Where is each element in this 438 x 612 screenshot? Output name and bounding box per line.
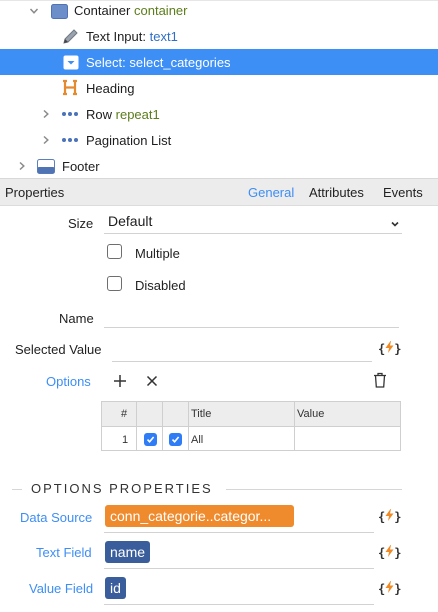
chevron-right-icon[interactable] bbox=[41, 109, 51, 119]
selected-value-field[interactable] bbox=[112, 336, 372, 358]
tree-item-label: Row repeat1 bbox=[86, 107, 160, 122]
size-label: Size bbox=[68, 216, 94, 231]
container-icon bbox=[50, 3, 68, 19]
column-header-number: # bbox=[121, 408, 128, 420]
section-title: OPTIONS PROPERTIES bbox=[31, 481, 213, 496]
brace-close: } bbox=[394, 341, 402, 356]
tree-item-label: Footer bbox=[62, 159, 100, 174]
brace-open: { bbox=[378, 545, 386, 560]
table-row[interactable]: 1 All bbox=[102, 428, 400, 450]
close-icon[interactable] bbox=[144, 373, 160, 389]
select-icon bbox=[62, 54, 80, 70]
row-checkbox-enabled[interactable] bbox=[169, 433, 182, 446]
value-field-underline bbox=[104, 604, 374, 605]
disabled-label: Disabled bbox=[135, 278, 186, 293]
lightning-icon bbox=[385, 545, 394, 560]
tab-attributes[interactable]: Attributes bbox=[309, 185, 364, 200]
tab-general[interactable]: General bbox=[248, 185, 294, 200]
ellipsis-icon bbox=[61, 132, 79, 148]
tree-item-pagination-list[interactable]: Pagination List bbox=[0, 127, 438, 153]
multiple-checkbox[interactable] bbox=[107, 244, 122, 259]
row-checkbox-selected[interactable] bbox=[144, 433, 157, 446]
brace-open: { bbox=[378, 509, 386, 524]
brace-close: } bbox=[394, 545, 402, 560]
disabled-checkbox[interactable] bbox=[107, 276, 122, 291]
heading-icon bbox=[61, 79, 79, 95]
tree-item-label: Select: select_categories bbox=[86, 55, 231, 70]
multiple-label: Multiple bbox=[135, 246, 180, 261]
section-divider bbox=[226, 489, 402, 490]
lightning-icon bbox=[385, 509, 394, 524]
row-title[interactable]: All bbox=[191, 434, 203, 446]
column-header-title: Title bbox=[191, 408, 212, 420]
value-field-label: Value Field bbox=[29, 581, 94, 596]
value-field-chip[interactable]: id bbox=[105, 577, 126, 599]
tree-item-text-input[interactable]: Text Input: text1 bbox=[0, 23, 438, 49]
row-number: 1 bbox=[122, 434, 129, 446]
options-label: Options bbox=[46, 374, 91, 389]
data-source-chip[interactable]: conn_categorie..categor... bbox=[105, 505, 294, 527]
lightning-icon bbox=[385, 581, 394, 596]
tree-item-label: Heading bbox=[86, 81, 135, 96]
tree-item-footer[interactable]: Footer bbox=[0, 153, 438, 179]
name-underline bbox=[104, 327, 399, 328]
tab-events[interactable]: Events bbox=[383, 185, 423, 200]
tree-item-label: Pagination List bbox=[86, 133, 172, 148]
brace-open: { bbox=[378, 341, 386, 356]
expression-button[interactable]: { } bbox=[378, 509, 401, 524]
component-tree: Container container Text Input: text1 Se… bbox=[0, 0, 438, 178]
selected-value-label: Selected Value bbox=[15, 342, 102, 357]
chevron-down-icon bbox=[390, 217, 400, 232]
text-field-chip[interactable]: name bbox=[105, 541, 151, 563]
tree-item-heading[interactable]: Heading bbox=[0, 75, 438, 101]
name-label: Name bbox=[59, 311, 94, 326]
options-table: # Title Value 1 All bbox=[101, 401, 401, 451]
properties-header: Properties General Attributes Events bbox=[0, 178, 438, 206]
size-select-value: Default bbox=[108, 213, 153, 229]
pencil-icon bbox=[61, 28, 79, 44]
size-underline bbox=[104, 233, 402, 234]
brace-open: { bbox=[378, 581, 386, 596]
expression-button[interactable]: { } bbox=[378, 581, 401, 596]
tree-item-label: Container container bbox=[74, 3, 188, 18]
name-field[interactable] bbox=[104, 305, 399, 327]
section-divider bbox=[12, 489, 22, 490]
data-source-label: Data Source bbox=[20, 510, 93, 525]
properties-title: Properties bbox=[5, 185, 65, 200]
ellipsis-icon bbox=[61, 106, 79, 122]
column-header-value: Value bbox=[297, 408, 325, 420]
selected-value-underline bbox=[112, 361, 372, 362]
brace-close: } bbox=[394, 509, 402, 524]
tree-item-label: Text Input: text1 bbox=[86, 29, 178, 44]
table-header bbox=[102, 402, 400, 427]
trash-icon[interactable] bbox=[372, 372, 388, 388]
data-source-underline bbox=[104, 532, 374, 533]
chevron-right-icon[interactable] bbox=[17, 161, 27, 171]
tree-item-row[interactable]: Row repeat1 bbox=[0, 101, 438, 127]
tree-item-container[interactable]: Container container bbox=[0, 0, 438, 24]
expression-button[interactable]: { } bbox=[378, 341, 401, 356]
brace-close: } bbox=[394, 581, 402, 596]
text-field-label: Text Field bbox=[36, 545, 92, 560]
size-select[interactable]: Default bbox=[104, 208, 402, 234]
chevron-down-icon[interactable] bbox=[29, 6, 39, 16]
lightning-icon bbox=[385, 341, 394, 356]
chevron-right-icon[interactable] bbox=[41, 135, 51, 145]
expression-button[interactable]: { } bbox=[378, 545, 401, 560]
text-field-underline bbox=[104, 568, 374, 569]
add-icon[interactable] bbox=[112, 373, 128, 389]
tree-item-select[interactable]: Select: select_categories bbox=[0, 49, 438, 75]
footer-icon bbox=[37, 158, 55, 174]
